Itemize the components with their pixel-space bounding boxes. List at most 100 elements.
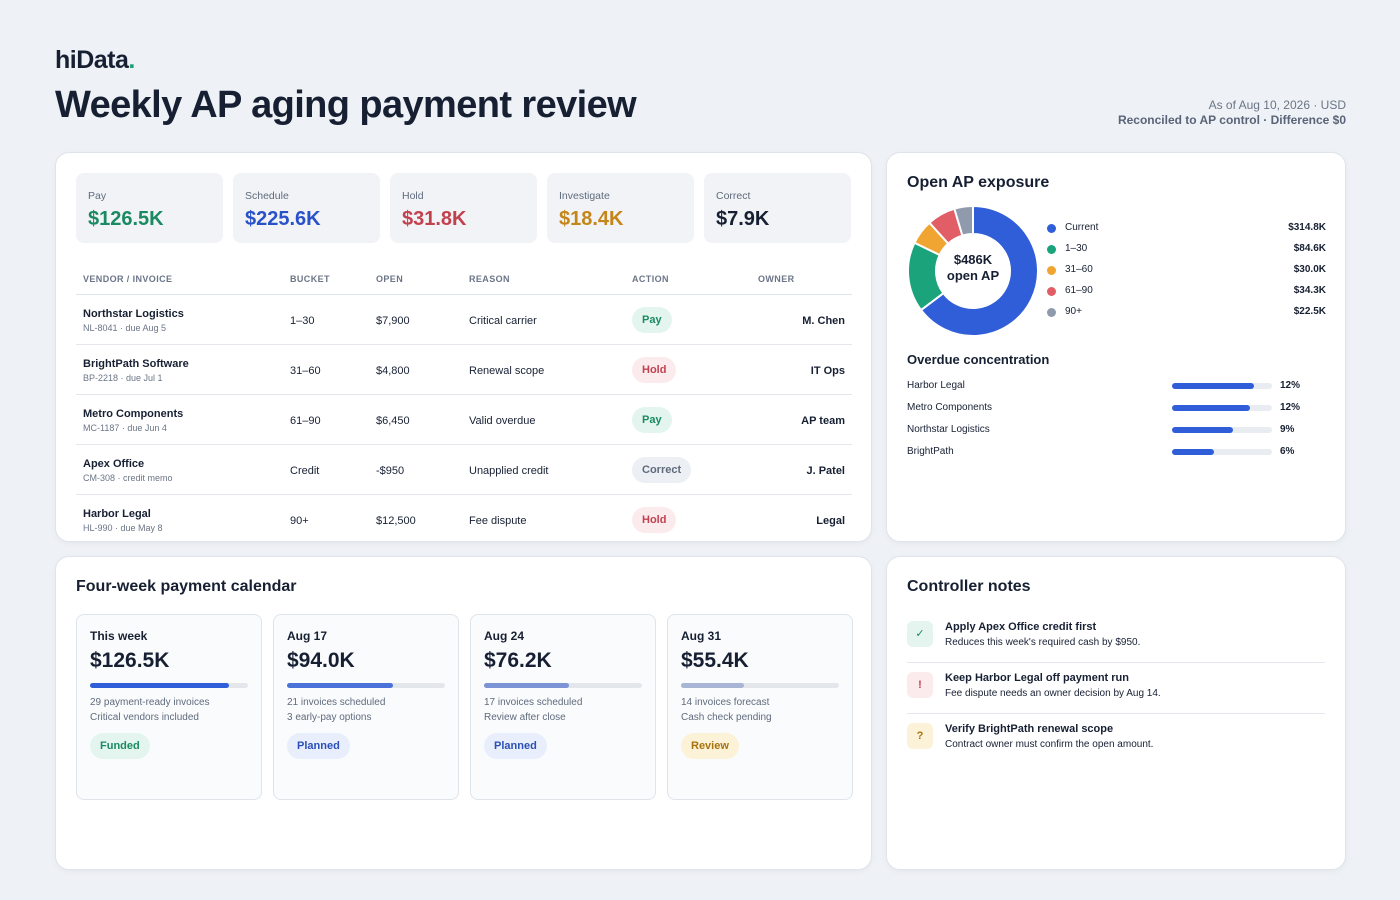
notes-card: Controller notes ✓ Apply Apex Office cred…: [886, 556, 1346, 870]
col-action-header[interactable]: ACTION: [632, 274, 669, 284]
aging-bucket: 31–60: [290, 365, 321, 377]
kpi-tile-pay[interactable]: Pay $126.5K: [76, 173, 223, 243]
legend-value: $34.3K: [1293, 285, 1326, 296]
reason-text: Fee dispute: [469, 515, 527, 527]
legend-item[interactable]: 31–60 $30.0K: [1047, 263, 1326, 284]
table-row[interactable]: Northstar Logistics NL-8041 · due Aug 5 1–…: [76, 295, 852, 345]
note-detail: Contract owner must confirm the open amo…: [945, 739, 1154, 750]
concentration-row: Metro Components 12%: [907, 401, 1307, 423]
kpi-tile-hold[interactable]: Hold $31.8K: [390, 173, 537, 243]
legend-item[interactable]: Current $314.8K: [1047, 221, 1326, 242]
calendar-card: Four-week payment calendar This week $126…: [55, 556, 872, 870]
donut-center-value: $486K: [953, 252, 993, 267]
action-correct-badge[interactable]: Correct: [632, 457, 692, 483]
week-status-badge: Planned: [287, 733, 350, 759]
week-card[interactable]: Aug 17 $94.0K 21 invoices scheduled 3 early…: [273, 614, 459, 800]
col-vendor-header[interactable]: VENDOR / INVOICE: [83, 274, 172, 284]
donut-legend: Current $314.8K 1–30 $84.6K 31–60 $30.0K 61–90…: [1047, 221, 1326, 326]
week-detail-2: 3 early-pay options: [287, 712, 372, 723]
week-label: This week: [90, 629, 148, 643]
week-detail-2: Review after close: [484, 712, 566, 723]
kpi-tile-investigate[interactable]: Investigate $18.4K: [547, 173, 694, 243]
table-row[interactable]: Harbor Legal HL-990 · due May 8 90+ $12,500…: [76, 495, 852, 541]
week-progress-fill: [90, 683, 230, 688]
calendar-title: Four-week payment calendar: [76, 578, 297, 595]
table-row[interactable]: BrightPath Software BP-2218 · due Jul 1 31…: [76, 345, 852, 395]
action-pay-badge[interactable]: Pay: [632, 407, 672, 433]
note-item[interactable]: ✓ Apply Apex Office credit first Reduces t…: [907, 612, 1325, 663]
week-card[interactable]: Aug 31 $55.4K 14 invoices forecast Cash che…: [667, 614, 853, 800]
note-title: Verify BrightPath renewal scope: [945, 723, 1114, 735]
week-label: Aug 24: [484, 629, 525, 643]
legend-swatch: [1047, 308, 1056, 317]
open-amount: -$950: [376, 465, 405, 477]
kpi-value: $31.8K: [402, 208, 467, 230]
table-row[interactable]: Apex Office CM-308 · credit memo Credit -$9…: [76, 445, 852, 495]
action-pay-badge[interactable]: Pay: [632, 307, 672, 333]
legend-label: 1–30: [1065, 243, 1088, 254]
open-amount: $6,450: [376, 415, 410, 427]
action-hold-badge[interactable]: Hold: [632, 507, 677, 533]
kpi-tile-correct[interactable]: Correct $7.9K: [704, 173, 851, 243]
action-cell: Pay: [632, 307, 672, 333]
table-row[interactable]: Metro Components MC-1187 · due Jun 4 61–90…: [76, 395, 852, 445]
owner-name: M. Chen: [802, 315, 845, 327]
concentration-bar-fill: [1172, 383, 1254, 389]
invoice-table: VENDOR / INVOICE BUCKET OPEN REASON ACTI…: [76, 267, 852, 541]
week-status-badge: Review: [681, 733, 739, 759]
week-detail-1: 29 payment-ready invoices: [90, 697, 210, 708]
action-hold-badge[interactable]: Hold: [632, 357, 677, 383]
legend-item[interactable]: 61–90 $34.3K: [1047, 284, 1326, 305]
note-item[interactable]: ! Keep Harbor Legal off payment run Fee di…: [907, 663, 1325, 714]
col-owner-header[interactable]: OWNER: [758, 274, 795, 284]
question-icon: ?: [907, 723, 933, 749]
brand-name: hiData: [55, 46, 129, 74]
legend-label: 90+: [1065, 306, 1082, 317]
week-progress-bar: [681, 683, 839, 688]
col-bucket-header[interactable]: BUCKET: [290, 274, 330, 284]
concentration-row: BrightPath 6%: [907, 445, 1307, 467]
week-progress-fill: [484, 683, 570, 688]
col-open-header[interactable]: OPEN: [376, 274, 403, 284]
action-cell: Hold: [632, 357, 677, 383]
reason-text: Unapplied credit: [469, 465, 549, 477]
concentration-row: Northstar Logistics 9%: [907, 423, 1307, 445]
aging-bucket: 90+: [290, 515, 309, 527]
as-of-date: As of Aug 10, 2026 · USD: [1208, 98, 1346, 112]
page-title: Weekly AP aging payment review: [55, 84, 637, 126]
reason-text: Renewal scope: [469, 365, 545, 377]
owner-name: Legal: [816, 515, 845, 527]
week-detail-1: 14 invoices forecast: [681, 697, 770, 708]
week-card[interactable]: Aug 24 $76.2K 17 invoices scheduled Review …: [470, 614, 656, 800]
legend-swatch: [1047, 245, 1056, 254]
payment-review-card: Pay $126.5K Schedule $225.6K Hold $31.8K Inves…: [55, 152, 872, 542]
concentration-row: Harbor Legal 12%: [907, 379, 1307, 401]
owner-name: AP team: [801, 415, 845, 427]
kpi-label: Pay: [88, 190, 107, 202]
vendor-name: Northstar Logistics: [83, 308, 184, 320]
kpi-label: Hold: [402, 190, 424, 202]
reason-text: Critical carrier: [469, 315, 537, 327]
legend-item[interactable]: 1–30 $84.6K: [1047, 242, 1326, 263]
brand-dot: .: [128, 46, 135, 74]
legend-swatch: [1047, 287, 1056, 296]
kpi-label: Schedule: [245, 190, 289, 202]
action-cell: Pay: [632, 407, 672, 433]
aging-bucket: 1–30: [290, 315, 315, 327]
concentration-bar: [1172, 427, 1272, 433]
week-progress-fill: [287, 683, 393, 688]
aging-bucket: Credit: [290, 465, 320, 477]
week-card[interactable]: This week $126.5K 29 payment-ready invoice…: [76, 614, 262, 800]
legend-item[interactable]: 90+ $22.5K: [1047, 305, 1326, 326]
week-detail-1: 17 invoices scheduled: [484, 697, 583, 708]
concentration-list: Harbor Legal 12% Metro Components 12% Norths…: [907, 379, 1307, 467]
week-progress-bar: [287, 683, 445, 688]
concentration-vendor: Metro Components: [907, 402, 993, 413]
kpi-value: $225.6K: [245, 208, 321, 230]
kpi-label: Correct: [716, 190, 751, 202]
col-reason-header[interactable]: REASON: [469, 274, 510, 284]
kpi-tile-schedule[interactable]: Schedule $225.6K: [233, 173, 380, 243]
notes-list: ✓ Apply Apex Office credit first Reduces t…: [907, 612, 1325, 765]
note-item[interactable]: ? Verify BrightPath renewal scope Contract…: [907, 714, 1325, 765]
week-status-badge: Funded: [90, 733, 150, 759]
